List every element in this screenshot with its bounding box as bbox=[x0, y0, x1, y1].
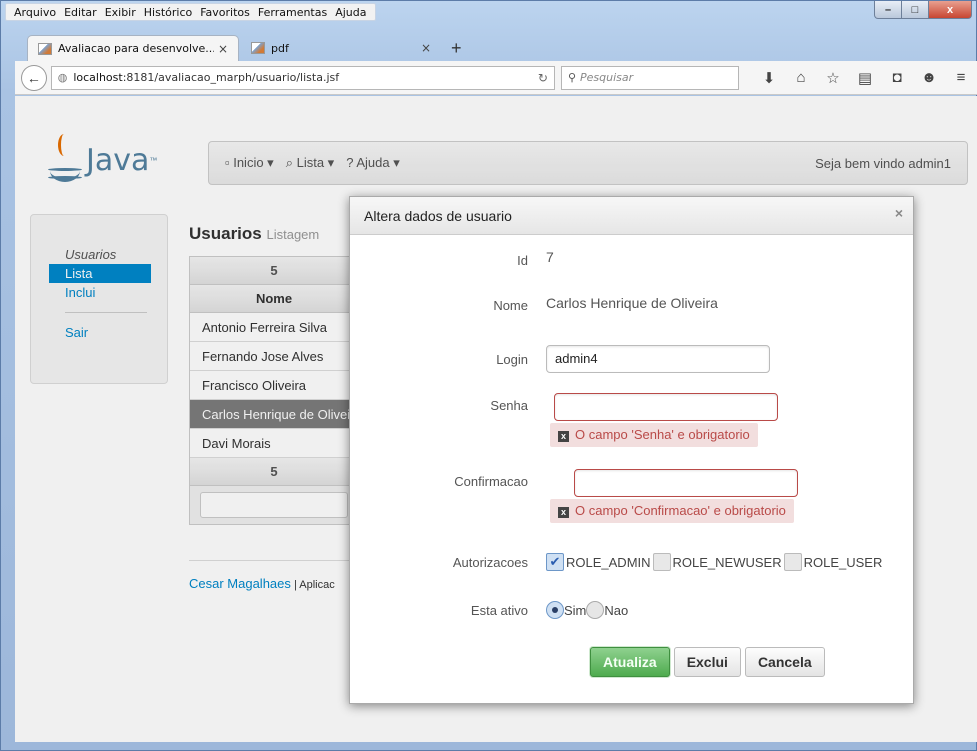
reading-list-icon[interactable]: ▤ bbox=[849, 69, 881, 87]
senha-input[interactable] bbox=[554, 393, 778, 421]
radio-sim-label: Sim bbox=[564, 602, 587, 618]
menu-historico[interactable]: Histórico bbox=[144, 6, 192, 19]
nome-label: Nome bbox=[493, 298, 528, 313]
update-button[interactable]: Atualiza bbox=[590, 647, 670, 677]
tab-pdf[interactable]: pdf × bbox=[241, 35, 441, 61]
id-value: 7 bbox=[546, 249, 554, 265]
role-user-label: ROLE_USER bbox=[803, 554, 883, 570]
radio-sim[interactable] bbox=[546, 601, 564, 619]
senha-label: Senha bbox=[490, 398, 528, 413]
ativo-label: Esta ativo bbox=[470, 603, 528, 618]
window-controls: – □ x bbox=[874, 1, 972, 19]
dialog-buttons: Atualiza Exclui Cancela bbox=[590, 647, 829, 677]
menu-hamburger-icon[interactable]: ≡ bbox=[945, 69, 977, 87]
menu-favoritos[interactable]: Favoritos bbox=[200, 6, 250, 19]
id-label: Id bbox=[517, 253, 528, 268]
page-favicon-icon bbox=[38, 42, 52, 55]
confirmacao-label: Confirmacao bbox=[454, 474, 528, 489]
tab-strip: Avaliacao para desenvolve... × pdf × + bbox=[27, 33, 462, 61]
error-icon: x bbox=[558, 431, 569, 442]
search-input[interactable]: ⚲ Pesquisar bbox=[560, 65, 739, 90]
url-text: localhost:8181/avaliacao_marph/usuario/l… bbox=[73, 71, 340, 84]
confirmacao-error: xO campo 'Confirmacao' e obrigatorio bbox=[550, 499, 794, 523]
tab-close-icon[interactable]: × bbox=[421, 41, 431, 55]
close-window-button[interactable]: x bbox=[928, 1, 972, 19]
bookmark-star-icon[interactable]: ☆ bbox=[817, 69, 849, 87]
page-favicon-icon bbox=[251, 42, 265, 54]
roles-checkboxes: ✔ ROLE_ADMIN ROLE_NEWUSER ROLE_USER bbox=[546, 553, 882, 571]
role-newuser-label: ROLE_NEWUSER bbox=[672, 554, 782, 570]
login-label: Login bbox=[496, 352, 528, 367]
dialog-title: Altera dados de usuario bbox=[350, 197, 913, 235]
hello-icon[interactable]: ☻ bbox=[913, 69, 945, 87]
minimize-button[interactable]: – bbox=[874, 1, 902, 19]
role-user-checkbox[interactable] bbox=[783, 553, 802, 571]
menu-arquivo[interactable]: Arquivo bbox=[14, 6, 56, 19]
role-admin-label: ROLE_ADMIN bbox=[566, 554, 651, 570]
dialog-close-icon[interactable]: × bbox=[895, 205, 903, 221]
home-icon[interactable]: ⌂ bbox=[785, 69, 817, 87]
new-tab-button[interactable]: + bbox=[451, 35, 462, 61]
edit-user-dialog: Altera dados de usuario × Id 7 Nome Carl… bbox=[349, 196, 914, 704]
tab-title: pdf bbox=[271, 41, 289, 55]
reload-icon[interactable]: ↻ bbox=[538, 71, 548, 85]
toolbar-icons: ⬇ ⌂ ☆ ▤ ◘ ☻ ≡ bbox=[753, 69, 977, 87]
tab-avaliacao[interactable]: Avaliacao para desenvolve... × bbox=[27, 35, 239, 61]
role-admin-checkbox[interactable]: ✔ bbox=[546, 553, 564, 571]
menu-editar[interactable]: Editar bbox=[64, 6, 97, 19]
radio-nao[interactable] bbox=[586, 601, 605, 619]
address-bar[interactable]: ◍ localhost:8181/avaliacao_marph/usuario… bbox=[50, 65, 555, 90]
cancel-button[interactable]: Cancela bbox=[744, 647, 825, 677]
pocket-icon[interactable]: ◘ bbox=[881, 69, 913, 87]
tab-close-icon[interactable]: × bbox=[218, 42, 228, 56]
search-placeholder: Pesquisar bbox=[580, 71, 634, 84]
role-newuser-checkbox[interactable] bbox=[652, 553, 671, 571]
autorizacoes-label: Autorizacoes bbox=[452, 555, 528, 570]
web-page: Java ™ ▫ Inicio ▾ ⌕ Lista ▾ ? Ajuda ▾ Se… bbox=[15, 96, 977, 742]
radio-nao-label: Nao bbox=[604, 602, 629, 618]
menu-ajuda[interactable]: Ajuda bbox=[335, 6, 366, 19]
active-radio-group: Sim Nao bbox=[546, 601, 628, 619]
navigation-bar: ← ◍ localhost:8181/avaliacao_marph/usuar… bbox=[15, 61, 977, 95]
browser-window: Arquivo Editar Exibir Histórico Favorito… bbox=[0, 0, 977, 751]
delete-button[interactable]: Exclui bbox=[673, 647, 741, 677]
globe-icon: ◍ bbox=[57, 71, 68, 84]
tab-title: Avaliacao para desenvolve... bbox=[58, 42, 214, 55]
confirmacao-input[interactable] bbox=[574, 469, 798, 497]
nome-value: Carlos Henrique de Oliveira bbox=[546, 295, 718, 311]
menu-ferramentas[interactable]: Ferramentas bbox=[258, 6, 327, 19]
maximize-button[interactable]: □ bbox=[901, 1, 929, 19]
error-icon: x bbox=[558, 507, 569, 518]
search-icon: ⚲ bbox=[567, 71, 576, 84]
senha-error: xO campo 'Senha' e obrigatorio bbox=[550, 423, 758, 447]
login-input[interactable]: admin4 bbox=[546, 345, 770, 373]
menu-exibir[interactable]: Exibir bbox=[105, 6, 136, 19]
back-arrow-icon: ← bbox=[26, 69, 41, 86]
menu-bar: Arquivo Editar Exibir Histórico Favorito… bbox=[5, 3, 376, 21]
download-icon[interactable]: ⬇ bbox=[753, 69, 785, 87]
back-button[interactable]: ← bbox=[21, 64, 47, 91]
